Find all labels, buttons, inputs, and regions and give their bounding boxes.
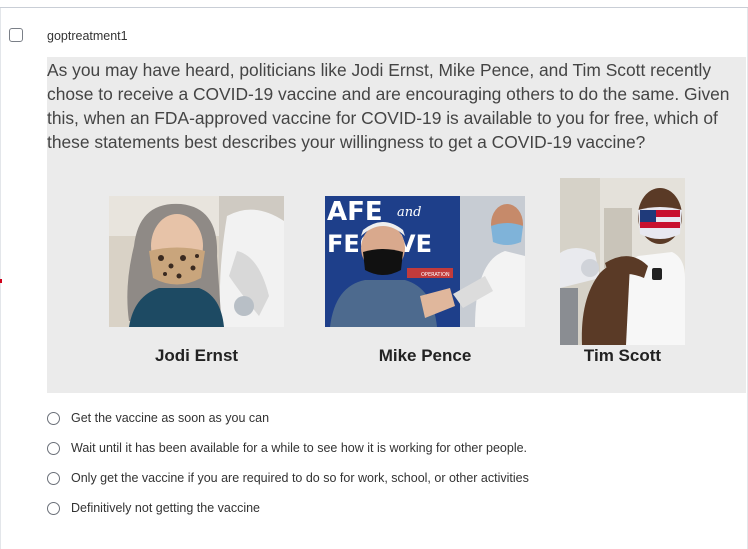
caption-mike-pence: Mike Pence [378,346,472,365]
question-text: As you may have heard, politicians like … [47,60,730,152]
sign-text-1: AFE [327,197,383,227]
option-label: Only get the vaccine if you are required… [71,471,529,485]
photo-mike-pence: AFE and FEC VE OPERATION [325,196,525,327]
top-divider [0,7,748,8]
edge-marker [0,279,2,283]
option-asap[interactable]: Get the vaccine as soon as you can [47,408,269,428]
caption-tim-scott: Tim Scott [583,346,662,365]
option-required[interactable]: Only get the vaccine if you are required… [47,468,529,488]
caption-jodi-ernst: Jodi Ernst [154,346,239,365]
radio-button[interactable] [47,471,60,485]
question-id-label: goptreatment1 [47,29,128,43]
radio-button[interactable] [47,441,60,455]
radio-button[interactable] [47,501,60,515]
photo-jodi-ernst [109,196,284,327]
sign-badge-text: OPERATION [421,272,450,278]
question-select-checkbox[interactable] [9,28,23,42]
option-not-getting[interactable]: Definitively not getting the vaccine [47,498,260,518]
question-block: As you may have heard, politicians like … [47,57,746,393]
option-label: Wait until it has been available for a w… [71,441,528,455]
photo-tim-scott [560,178,685,345]
sign-text-2: and [397,205,421,220]
option-label: Definitively not getting the vaccine [71,501,260,515]
radio-button[interactable] [47,411,60,425]
option-label: Get the vaccine as soon as you can [71,411,270,425]
option-wait[interactable]: Wait until it has been available for a w… [47,438,527,458]
